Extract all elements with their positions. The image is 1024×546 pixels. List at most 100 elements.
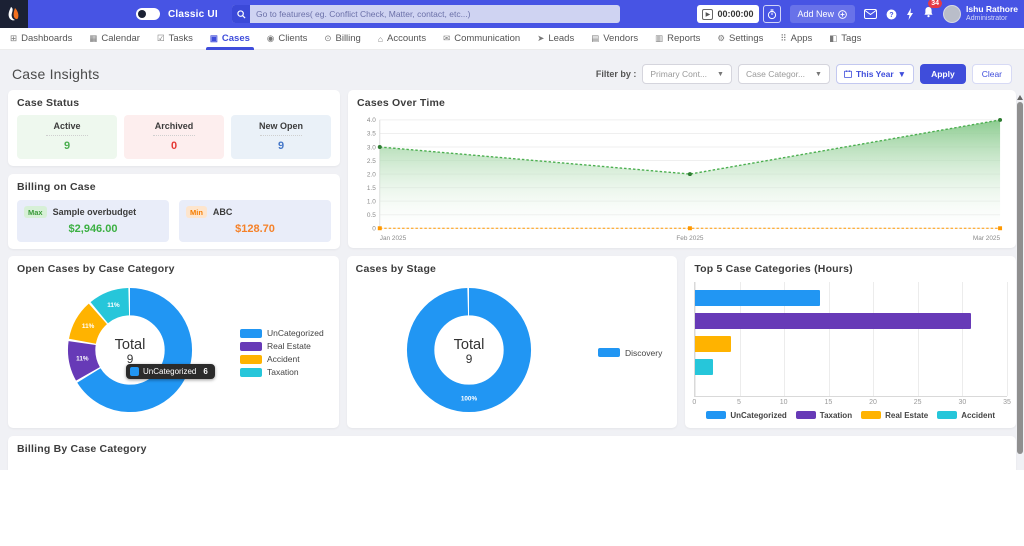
bar-accident[interactable]	[695, 359, 713, 375]
billing-on-case-card: Billing on Case MaxSample overbudget$2,9…	[8, 174, 340, 249]
svg-text:Total: Total	[115, 337, 146, 353]
legend-item-taxation[interactable]: Taxation	[796, 411, 852, 420]
classic-ui-toggle[interactable]	[136, 8, 160, 20]
nav-item-calendar[interactable]: ▦Calendar	[89, 28, 140, 50]
timer-widget[interactable]: ▶ 00:00:00	[697, 5, 758, 23]
bar-uncategorized[interactable]	[695, 290, 820, 306]
date-range-select[interactable]: This Year▼	[836, 64, 914, 84]
legend-swatch	[861, 411, 881, 419]
svg-text:11%: 11%	[107, 302, 120, 309]
billing-tile-min[interactable]: MinABC$128.70	[179, 200, 331, 242]
billing-tile-max[interactable]: MaxSample overbudget$2,946.00	[17, 200, 169, 242]
help-icon[interactable]: ?	[886, 9, 897, 20]
nav-item-settings[interactable]: ⚙Settings	[717, 28, 763, 50]
svg-text:11%: 11%	[76, 356, 89, 363]
nav-item-cases[interactable]: ▣Cases	[210, 28, 250, 50]
legend-item-accident[interactable]: Accident	[240, 354, 324, 364]
bar-taxation[interactable]	[695, 313, 971, 329]
nav-item-dashboards[interactable]: ⊞Dashboards	[10, 28, 72, 50]
stopwatch-icon[interactable]	[763, 5, 781, 23]
bell-icon[interactable]: 34	[923, 5, 934, 23]
svg-text:3.5: 3.5	[367, 131, 376, 138]
calendar-icon: ▦	[89, 33, 97, 44]
search-input[interactable]	[250, 9, 620, 19]
chevron-down-icon: ▼	[898, 69, 906, 79]
nav-item-tags[interactable]: ◧Tags	[829, 28, 861, 50]
nav-item-clients[interactable]: ◉Clients	[267, 28, 307, 50]
classic-ui-label: Classic UI	[168, 9, 218, 20]
report-icon: ▥	[655, 33, 663, 44]
legend-item-uncategorized[interactable]: UnCategorized	[706, 411, 786, 420]
cases-by-stage-title: Cases by Stage	[356, 263, 669, 275]
bolt-icon[interactable]	[906, 8, 914, 20]
scroll-up-arrow[interactable]	[1017, 95, 1023, 100]
case-category-select[interactable]: Case Categor...▼	[738, 64, 830, 84]
svg-text:Total: Total	[453, 337, 484, 353]
case-status-card: Case Status Active9Archived0New Open9	[8, 90, 340, 166]
legend-swatch	[240, 355, 262, 364]
primary-contact-select[interactable]: Primary Cont...▼	[642, 64, 732, 84]
user-name: Ishu Rathore	[966, 5, 1018, 15]
main-nav: ⊞Dashboards ▦Calendar ☑Tasks ▣Cases ◉Clients…	[0, 28, 1024, 50]
legend-item-accident[interactable]: Accident	[937, 411, 995, 420]
mail-icon[interactable]	[864, 9, 877, 19]
play-icon[interactable]: ▶	[702, 9, 713, 20]
nav-item-vendors[interactable]: ▤Vendors	[591, 28, 638, 50]
app-logo[interactable]	[0, 0, 28, 28]
top5-categories-card: Top 5 Case Categories (Hours) 0510152025…	[685, 256, 1016, 428]
legend-item-real-estate[interactable]: Real Estate	[861, 411, 928, 420]
legend-item-real-estate[interactable]: Real Estate	[240, 341, 324, 351]
timer-value: 00:00:00	[717, 9, 753, 19]
legend-swatch	[598, 348, 620, 357]
cases-by-stage-donut[interactable]: 100%Total9	[396, 277, 542, 428]
status-tile-archived[interactable]: Archived0	[124, 115, 224, 159]
apply-button[interactable]: Apply	[920, 64, 966, 84]
open-cases-title: Open Cases by Case Category	[17, 263, 330, 275]
nav-item-communication[interactable]: ✉Communication	[443, 28, 520, 50]
nav-item-tasks[interactable]: ☑Tasks	[157, 28, 193, 50]
chart-tooltip: UnCategorized6	[126, 364, 215, 379]
top5-bar-chart: 05101520253035 UnCategorizedTaxationReal…	[694, 282, 1007, 422]
legend-item-uncategorized[interactable]: UnCategorized	[240, 328, 324, 338]
clear-button[interactable]: Clear	[972, 64, 1012, 84]
cases-by-stage-legend: Discovery	[598, 348, 662, 358]
notification-badge: 34	[928, 0, 942, 8]
topbar: Classic UI ▶ 00:00:00 Add New ? 34	[0, 0, 1024, 28]
filter-by-label: Filter by :	[596, 69, 637, 79]
vendor-icon: ▤	[591, 33, 599, 44]
scrollbar-thumb[interactable]	[1017, 102, 1023, 454]
chat-icon: ✉	[443, 33, 450, 44]
status-tile-new-open[interactable]: New Open9	[231, 115, 331, 159]
svg-text:1.5: 1.5	[367, 185, 376, 192]
svg-text:11%: 11%	[82, 323, 95, 330]
svg-text:1.0: 1.0	[367, 198, 376, 205]
legend-item-taxation[interactable]: Taxation	[240, 367, 324, 377]
vertical-scrollbar[interactable]	[1016, 95, 1023, 465]
add-new-button[interactable]: Add New	[790, 5, 856, 23]
plus-circle-icon	[838, 10, 847, 19]
cases-over-time-chart: 4.03.53.02.52.01.51.00.50Jan 2025Feb 202…	[354, 114, 1008, 244]
gear-icon: ⚙	[717, 33, 725, 44]
open-cases-by-category-card: Open Cases by Case Category 67%11%11%11%…	[8, 256, 339, 428]
open-cases-donut[interactable]: 67%11%11%11%Total9	[57, 277, 203, 428]
nav-item-leads[interactable]: ➤Leads	[537, 28, 574, 50]
user-menu[interactable]: Ishu Rathore Administrator	[943, 5, 1018, 23]
search-icon[interactable]	[232, 5, 250, 23]
billing-by-category-card: Billing By Case Category	[8, 436, 1016, 470]
svg-text:9: 9	[465, 352, 472, 366]
case-status-title: Case Status	[17, 97, 331, 109]
global-search	[232, 5, 620, 23]
svg-text:?: ?	[889, 11, 893, 18]
nav-item-accounts[interactable]: ⌂Accounts	[378, 28, 426, 50]
nav-item-billing[interactable]: ⊙Billing	[324, 28, 360, 50]
nav-item-reports[interactable]: ▥Reports	[655, 28, 700, 50]
avatar	[943, 5, 961, 23]
svg-text:Jan 2025: Jan 2025	[380, 235, 407, 242]
nav-item-apps[interactable]: ⠿Apps	[780, 28, 812, 50]
legend-swatch	[796, 411, 816, 419]
legend-item-discovery[interactable]: Discovery	[598, 348, 662, 358]
status-tile-active[interactable]: Active9	[17, 115, 117, 159]
bar-real-estate[interactable]	[695, 336, 731, 352]
legend-swatch	[240, 329, 262, 338]
flame-logo-icon	[5, 5, 23, 23]
